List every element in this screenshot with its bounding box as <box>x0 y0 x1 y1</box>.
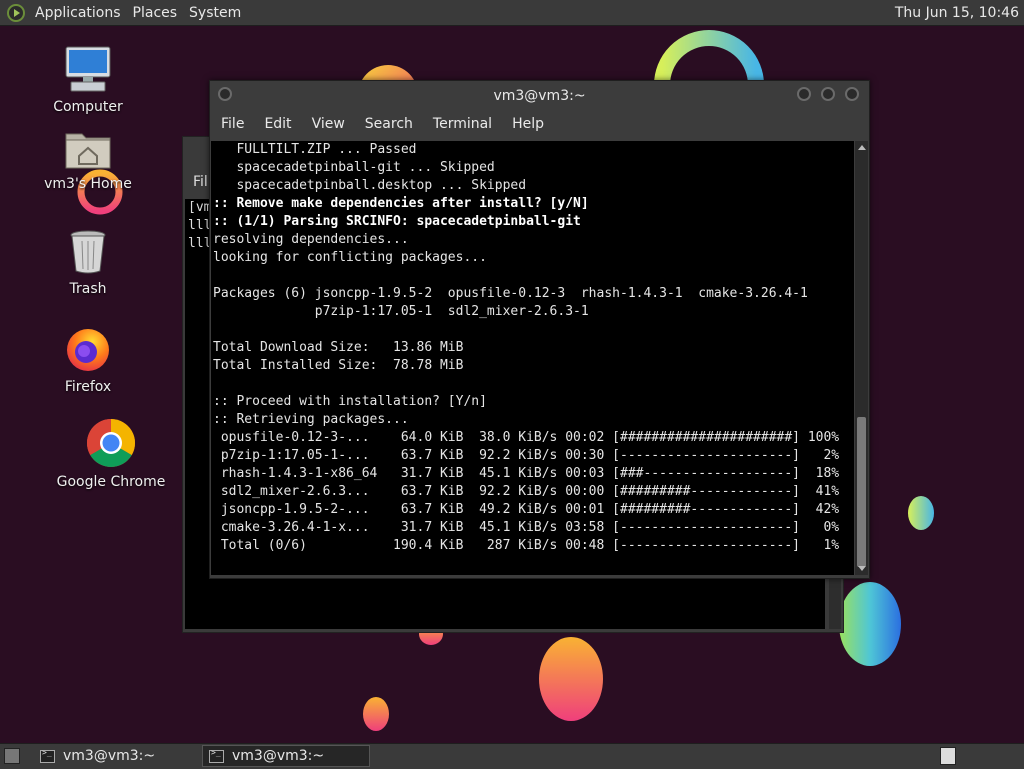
terminal-line: spacecadetpinball-git ... Skipped <box>213 160 495 175</box>
desktop-icon-firefox[interactable]: Firefox <box>33 325 143 395</box>
terminal-window[interactable]: vm3@vm3:~ File Edit View Search Terminal… <box>209 80 870 579</box>
taskbar-item-label: vm3@vm3:~ <box>63 748 156 764</box>
window-titlebar[interactable]: vm3@vm3:~ <box>210 81 869 111</box>
menu-places[interactable]: Places <box>127 5 184 21</box>
menu-file[interactable]: Fil <box>193 174 208 190</box>
menu-file[interactable]: File <box>210 114 254 138</box>
desktop-icon-label: Google Chrome <box>56 474 166 490</box>
terminal-line: opusfile-0.12-3-... 64.0 KiB 38.0 KiB/s … <box>213 430 840 445</box>
scroll-down-icon[interactable] <box>858 566 866 571</box>
terminal-icon <box>209 748 224 763</box>
scrollbar-thumb[interactable] <box>857 417 866 567</box>
desktop-icon-computer[interactable]: Computer <box>33 45 143 115</box>
desktop-icon-trash[interactable]: Trash <box>33 229 143 297</box>
computer-icon <box>65 46 111 92</box>
menu-system[interactable]: System <box>183 5 247 21</box>
firefox-icon <box>67 329 109 371</box>
trash-icon <box>70 230 106 274</box>
menu-applications[interactable]: Applications <box>29 5 127 21</box>
window-menu-icon[interactable] <box>218 87 232 101</box>
chrome-icon <box>86 419 136 468</box>
desktop-icon-label: Trash <box>69 281 107 297</box>
menu-search[interactable]: Search <box>355 114 423 138</box>
workspace-switcher[interactable] <box>940 747 956 765</box>
home-folder-icon <box>65 133 111 169</box>
terminal-line: Total (0/6) 190.4 KiB 287 KiB/s 00:48 [-… <box>213 538 840 553</box>
terminal-line: Packages (6) jsoncpp-1.9.5-2 opusfile-0.… <box>213 286 808 301</box>
terminal-line: jsoncpp-1.9.5-2-... 63.7 KiB 49.2 KiB/s … <box>213 502 840 517</box>
desktop-icon-label: Firefox <box>64 379 112 395</box>
minimize-icon[interactable] <box>797 87 811 101</box>
mate-logo-icon[interactable] <box>7 3 25 22</box>
taskbar-item-label: vm3@vm3:~ <box>232 748 325 764</box>
clock[interactable]: Thu Jun 15, 10:46 <box>895 5 1019 21</box>
desktop-icon-chrome[interactable]: Google Chrome <box>56 418 166 490</box>
menu-edit[interactable]: Edit <box>254 114 301 138</box>
terminal-line: p7zip-1:17.05-1-... 63.7 KiB 92.2 KiB/s … <box>213 448 840 463</box>
desktop-icon-label: vm3's Home <box>44 176 132 192</box>
terminal-line: Total Download Size: 13.86 MiB <box>213 340 464 355</box>
terminal-line: rhash-1.4.3-1-x86_64 31.7 KiB 45.1 KiB/s… <box>213 466 840 481</box>
terminal-icon <box>40 748 55 763</box>
menu-help[interactable]: Help <box>502 114 554 138</box>
terminal-line: :: (1/1) Parsing SRCINFO: spacecadetpinb… <box>213 214 581 229</box>
terminal-line: :: Retrieving packages... <box>213 412 409 427</box>
menu-terminal[interactable]: Terminal <box>423 114 502 138</box>
scrollbar[interactable] <box>855 141 868 575</box>
desktop-icon-label: Computer <box>53 99 123 115</box>
bottom-panel: vm3@vm3:~ vm3@vm3:~ <box>0 743 1024 769</box>
taskbar-item-active[interactable]: vm3@vm3:~ <box>202 745 370 767</box>
terminal-line: sdl2_mixer-2.6.3... 63.7 KiB 92.2 KiB/s … <box>213 484 840 499</box>
show-desktop-icon[interactable] <box>4 748 20 764</box>
terminal-line: :: Remove make dependencies after instal… <box>213 196 589 211</box>
window-title: vm3@vm3:~ <box>493 88 586 104</box>
terminal-line: cmake-3.26.4-1-x... 31.7 KiB 45.1 KiB/s … <box>213 520 840 535</box>
close-icon[interactable] <box>845 87 859 101</box>
desktop-icon-home[interactable]: vm3's Home <box>33 128 143 192</box>
terminal-line: FULLTILT.ZIP ... Passed <box>213 142 417 157</box>
terminal-line: looking for conflicting packages... <box>213 250 487 265</box>
terminal-line: p7zip-1:17.05-1 sdl2_mixer-2.6.3-1 <box>213 304 589 319</box>
taskbar-item[interactable]: vm3@vm3:~ <box>34 745 199 767</box>
top-panel: Applications Places System Thu Jun 15, 1… <box>0 0 1024 26</box>
terminal-line: spacecadetpinball.desktop ... Skipped <box>213 178 527 193</box>
terminal-line: Total Installed Size: 78.78 MiB <box>213 358 464 373</box>
terminal-line: resolving dependencies... <box>213 232 409 247</box>
menubar: File Edit View Search Terminal Help <box>210 114 554 138</box>
scroll-up-icon[interactable] <box>858 145 866 150</box>
terminal-output[interactable]: FULLTILT.ZIP ... Passed spacecadetpinbal… <box>211 141 854 575</box>
menu-view[interactable]: View <box>302 114 355 138</box>
maximize-icon[interactable] <box>821 87 835 101</box>
terminal-line: :: Proceed with installation? [Y/n] <box>213 394 487 409</box>
